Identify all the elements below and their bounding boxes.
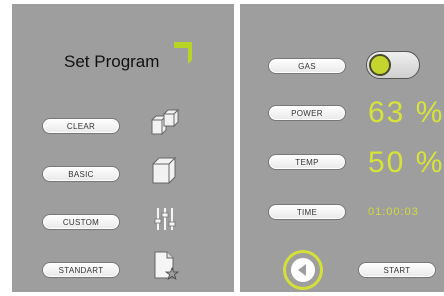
start-button[interactable]: START	[358, 262, 436, 278]
leaf-logo-icon	[174, 42, 192, 64]
gas-button-label: GAS	[298, 61, 316, 71]
temp-button[interactable]: TEMP	[268, 154, 346, 170]
document-star-icon	[154, 251, 180, 280]
power-value: 63 %	[368, 96, 444, 129]
toggle-knob	[369, 54, 391, 76]
sliders-icon	[154, 208, 176, 230]
clear-button-label: CLEAR	[66, 121, 96, 131]
controls-panel: GAS POWER 63 % TEMP 50 % TIME 01:00:03 S…	[240, 4, 444, 292]
power-button-label: POWER	[291, 108, 323, 118]
start-button-label: START	[383, 265, 411, 275]
cube-icon	[151, 156, 177, 185]
back-button[interactable]	[283, 250, 323, 290]
gas-toggle[interactable]	[366, 51, 420, 79]
basic-button-label: BASIC	[68, 169, 94, 179]
gas-button[interactable]: GAS	[268, 58, 346, 74]
custom-button[interactable]: CUSTOM	[42, 214, 120, 230]
clear-button[interactable]: CLEAR	[42, 118, 120, 134]
standart-button[interactable]: STANDART	[42, 262, 120, 278]
basic-button[interactable]: BASIC	[42, 166, 120, 182]
set-program-panel: Set Program CLEAR BASIC CUSTOM STANDART	[12, 4, 234, 292]
cubes-icon	[150, 108, 180, 136]
time-button-label: TIME	[296, 207, 318, 217]
time-value: 01:00:03	[368, 206, 419, 218]
back-arrow-icon	[291, 258, 315, 282]
temp-value: 50 %	[368, 146, 444, 179]
standart-button-label: STANDART	[58, 265, 104, 275]
custom-button-label: CUSTOM	[62, 217, 100, 227]
time-button[interactable]: TIME	[268, 204, 346, 220]
page-title: Set Program	[64, 52, 160, 71]
power-button[interactable]: POWER	[268, 105, 346, 121]
temp-button-label: TEMP	[295, 157, 319, 167]
